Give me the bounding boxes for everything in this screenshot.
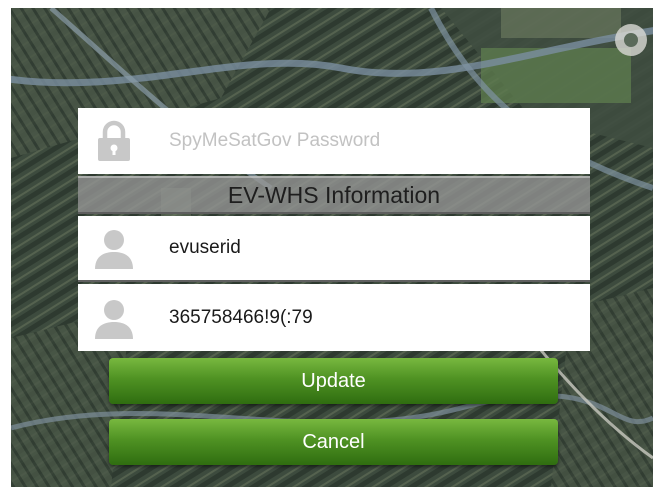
userid-value: evuserid (169, 237, 241, 258)
key-value: 365758466!9(:79 (169, 306, 313, 328)
lock-icon (98, 120, 130, 161)
update-button[interactable]: Update (109, 358, 558, 404)
satellite-map-background: SpyMeSatGov Password EV-WHS Information … (11, 8, 653, 487)
password-placeholder: SpyMeSatGov Password (169, 130, 381, 151)
userid-field[interactable]: evuserid (78, 216, 590, 282)
section-header: EV-WHS Information (78, 176, 590, 214)
password-field[interactable]: SpyMeSatGov Password (78, 108, 590, 174)
app-screen: SpyMeSatGov Password EV-WHS Information … (0, 0, 659, 495)
user-icon (95, 230, 133, 269)
key-field[interactable]: 365758466!9(:79 (78, 284, 590, 351)
user-icon (95, 299, 133, 339)
cancel-button[interactable]: Cancel (109, 419, 558, 465)
